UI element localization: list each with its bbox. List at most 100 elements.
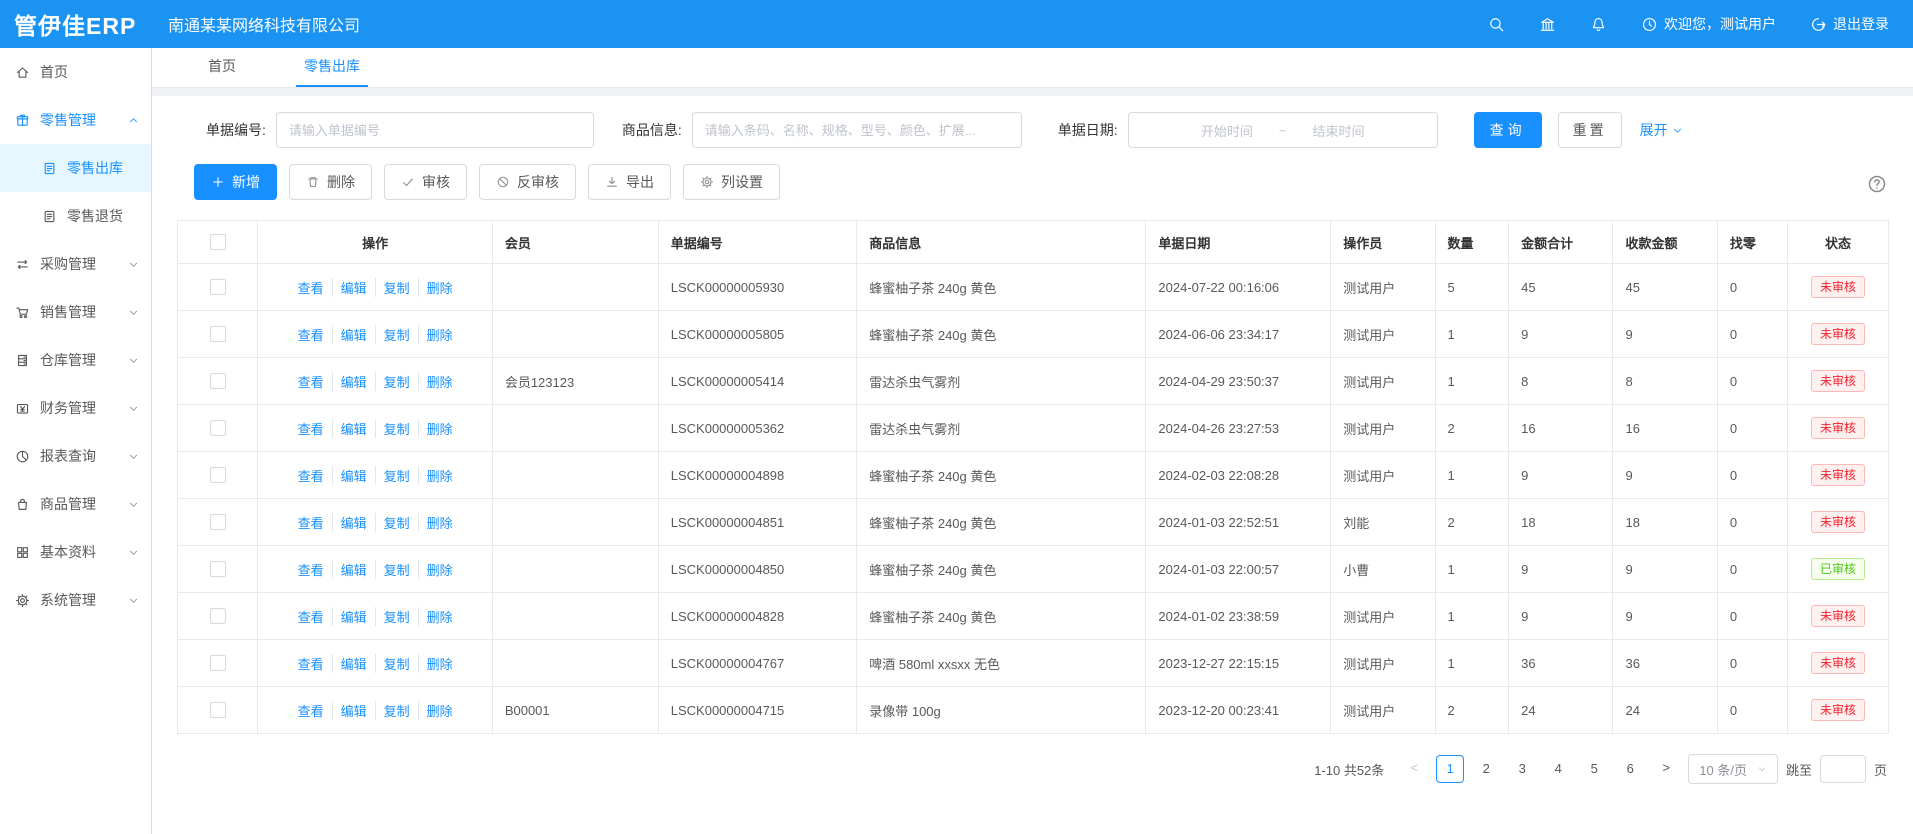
action-view-link[interactable]: 查看	[290, 654, 332, 673]
action-copy-link[interactable]: 复制	[375, 513, 418, 532]
page-button-1[interactable]: 1	[1436, 755, 1464, 783]
welcome-user[interactable]: 欢迎您，测试用户	[1641, 14, 1776, 34]
page-button-5[interactable]: 5	[1580, 755, 1608, 783]
action-edit-link[interactable]: 编辑	[332, 372, 375, 391]
logout-button[interactable]: 退出登录	[1810, 14, 1889, 34]
action-view-link[interactable]: 查看	[290, 607, 332, 626]
prev-page-button[interactable]: <	[1400, 755, 1428, 783]
row-checkbox[interactable]	[210, 326, 226, 342]
row-checkbox[interactable]	[210, 608, 226, 624]
tab-retail-outbound[interactable]: 零售出库	[290, 47, 374, 87]
expand-filters-link[interactable]: 展开	[1640, 120, 1683, 140]
sidebar-item-home[interactable]: 首页	[0, 48, 151, 96]
action-view-link[interactable]: 查看	[290, 466, 332, 485]
sidebar-item-product-manage[interactable]: 商品管理	[0, 480, 151, 528]
row-checkbox[interactable]	[210, 561, 226, 577]
unaudit-button[interactable]: 反审核	[479, 164, 576, 200]
sidebar-item-system-manage[interactable]: 系统管理	[0, 576, 151, 624]
action-delete-link[interactable]: 删除	[418, 466, 461, 485]
date-range-input[interactable]: 开始时间 ~ 结束时间	[1128, 112, 1438, 148]
product-info-input[interactable]	[692, 112, 1022, 148]
jump-page-input[interactable]	[1820, 755, 1866, 783]
action-edit-link[interactable]: 编辑	[332, 466, 375, 485]
total-cell: 9	[1509, 593, 1613, 640]
sidebar-item-sales-manage[interactable]: 销售管理	[0, 288, 151, 336]
action-copy-link[interactable]: 复制	[375, 372, 418, 391]
page-button-3[interactable]: 3	[1508, 755, 1536, 783]
action-view-link[interactable]: 查看	[290, 513, 332, 532]
sidebar-item-warehouse-manage[interactable]: 仓库管理	[0, 336, 151, 384]
action-delete-link[interactable]: 删除	[418, 607, 461, 626]
action-edit-link[interactable]: 编辑	[332, 701, 375, 720]
action-delete-link[interactable]: 删除	[418, 513, 461, 532]
date-cell: 2024-07-22 00:16:06	[1146, 264, 1331, 311]
action-edit-link[interactable]: 编辑	[332, 513, 375, 532]
sidebar-item-retail-outbound[interactable]: 零售出库	[0, 144, 151, 192]
search-button[interactable]: 查询	[1474, 112, 1542, 148]
received-cell: 36	[1613, 640, 1717, 687]
help-icon[interactable]	[1867, 174, 1887, 199]
reset-button[interactable]: 重置	[1558, 112, 1622, 148]
bank-icon[interactable]	[1539, 16, 1556, 33]
member-cell	[492, 452, 658, 499]
action-copy-link[interactable]: 复制	[375, 701, 418, 720]
action-copy-link[interactable]: 复制	[375, 560, 418, 579]
action-copy-link[interactable]: 复制	[375, 654, 418, 673]
status-cell: 未审核	[1787, 264, 1888, 311]
select-all-checkbox[interactable]	[210, 234, 226, 250]
status-badge: 未审核	[1811, 323, 1865, 345]
action-delete-link[interactable]: 删除	[418, 654, 461, 673]
row-checkbox[interactable]	[210, 420, 226, 436]
action-delete-link[interactable]: 删除	[418, 560, 461, 579]
action-view-link[interactable]: 查看	[290, 701, 332, 720]
action-delete-link[interactable]: 删除	[418, 701, 461, 720]
page-size-select[interactable]: 10 条/页	[1688, 754, 1778, 784]
column-settings-button[interactable]: 列设置	[683, 164, 780, 200]
row-checkbox[interactable]	[210, 467, 226, 483]
action-copy-link[interactable]: 复制	[375, 325, 418, 344]
sidebar-item-finance-manage[interactable]: 财务管理	[0, 384, 151, 432]
sidebar-item-purchase-manage[interactable]: 采购管理	[0, 240, 151, 288]
row-checkbox[interactable]	[210, 373, 226, 389]
action-edit-link[interactable]: 编辑	[332, 419, 375, 438]
action-delete-link[interactable]: 删除	[418, 419, 461, 438]
bell-icon[interactable]	[1590, 16, 1607, 33]
audit-button[interactable]: 审核	[384, 164, 467, 200]
action-edit-link[interactable]: 编辑	[332, 278, 375, 297]
sidebar-item-retail-return[interactable]: 零售退货	[0, 192, 151, 240]
action-delete-link[interactable]: 删除	[418, 278, 461, 297]
action-copy-link[interactable]: 复制	[375, 278, 418, 297]
action-copy-link[interactable]: 复制	[375, 466, 418, 485]
sidebar-item-report-query[interactable]: 报表查询	[0, 432, 151, 480]
page-button-2[interactable]: 2	[1472, 755, 1500, 783]
sidebar-item-retail-manage[interactable]: 零售管理	[0, 96, 151, 144]
action-view-link[interactable]: 查看	[290, 325, 332, 344]
action-copy-link[interactable]: 复制	[375, 419, 418, 438]
page-button-4[interactable]: 4	[1544, 755, 1572, 783]
next-page-button[interactable]: >	[1652, 755, 1680, 783]
bill-no-input[interactable]	[276, 112, 594, 148]
sidebar-item-basic-data[interactable]: 基本资料	[0, 528, 151, 576]
export-button[interactable]: 导出	[588, 164, 671, 200]
row-checkbox[interactable]	[210, 655, 226, 671]
page-button-6[interactable]: 6	[1616, 755, 1644, 783]
action-view-link[interactable]: 查看	[290, 419, 332, 438]
action-view-link[interactable]: 查看	[290, 560, 332, 579]
row-checkbox[interactable]	[210, 514, 226, 530]
change-cell: 0	[1717, 311, 1787, 358]
add-button[interactable]: 新增	[194, 164, 277, 200]
delete-button[interactable]: 删除	[289, 164, 372, 200]
action-delete-link[interactable]: 删除	[418, 372, 461, 391]
action-delete-link[interactable]: 删除	[418, 325, 461, 344]
action-copy-link[interactable]: 复制	[375, 607, 418, 626]
search-icon[interactable]	[1488, 16, 1505, 33]
action-view-link[interactable]: 查看	[290, 372, 332, 391]
action-edit-link[interactable]: 编辑	[332, 654, 375, 673]
action-edit-link[interactable]: 编辑	[332, 325, 375, 344]
row-checkbox[interactable]	[210, 702, 226, 718]
action-edit-link[interactable]: 编辑	[332, 607, 375, 626]
action-edit-link[interactable]: 编辑	[332, 560, 375, 579]
action-view-link[interactable]: 查看	[290, 278, 332, 297]
row-checkbox[interactable]	[210, 279, 226, 295]
tab-home[interactable]: 首页	[194, 47, 250, 87]
